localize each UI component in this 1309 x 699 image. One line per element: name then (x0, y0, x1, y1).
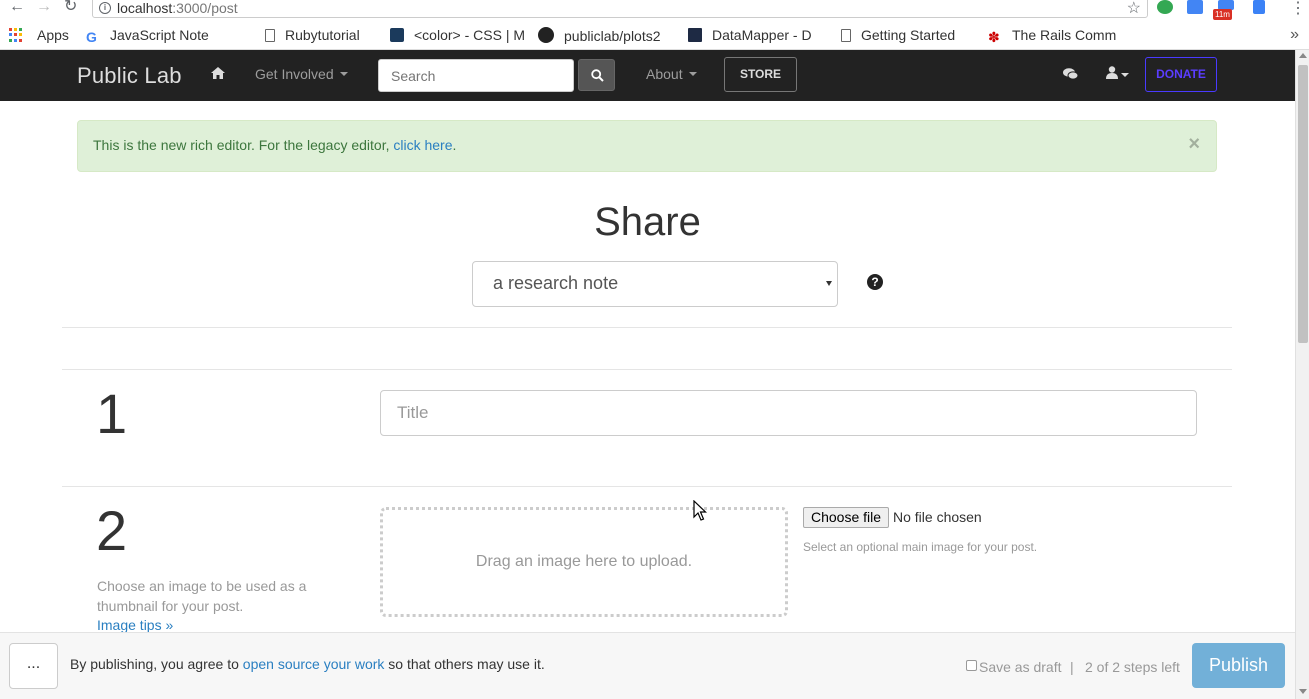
url-text: localhost:3000/post (117, 0, 238, 16)
divider (62, 369, 1232, 370)
document-icon (265, 29, 275, 42)
bookmarks-bar: Apps G JavaScript Note Rubytutorial <colo… (0, 20, 1309, 50)
search-button[interactable] (578, 59, 615, 91)
publish-bar: ... By publishing, you agree to open sou… (0, 632, 1295, 699)
file-status: No file chosen (893, 509, 982, 525)
separator: | (1070, 659, 1074, 675)
bookmark-getting-started[interactable]: Getting Started (841, 27, 973, 43)
scrollbar-thumb[interactable] (1298, 65, 1308, 343)
title-placeholder: Title (397, 403, 429, 422)
save-as-draft-label[interactable]: Save as draft (979, 659, 1062, 675)
choose-file-button[interactable]: Choose file (803, 507, 889, 528)
alert-text: This is the new rich editor. For the leg… (93, 137, 457, 153)
thumbnail-description: Choose an image to be used as a thumbnai… (97, 578, 307, 614)
chat-icon[interactable] (1063, 67, 1079, 83)
image-dropzone[interactable]: Drag an image here to upload. (380, 507, 788, 617)
scroll-up-icon[interactable] (1299, 53, 1307, 58)
google-icon: G (86, 29, 97, 43)
back-arrow-icon[interactable]: ← (9, 0, 25, 15)
bookmark-javascript-note[interactable]: G JavaScript Note (86, 27, 248, 43)
url-field[interactable]: i localhost:3000/post ☆ (92, 0, 1148, 18)
mouse-cursor-icon (693, 500, 707, 521)
caret-down-icon[interactable] (1121, 73, 1129, 77)
bookmarks-overflow-icon[interactable]: » (1290, 26, 1299, 44)
bookmark-datamapper[interactable]: DataMapper - D (688, 27, 822, 43)
page-title: Share (594, 200, 701, 244)
more-options-button[interactable]: ... (9, 643, 58, 689)
bookmark-publiclab-plots2[interactable]: publiclab/plots2 (538, 27, 675, 44)
about-dropdown[interactable]: About (646, 66, 697, 82)
pen-extension-icon[interactable] (1253, 0, 1265, 14)
rails-icon: ✽ (988, 29, 1000, 43)
bookmark-rubytutorial[interactable]: Rubytutorial (265, 27, 381, 43)
title-input[interactable]: Title (380, 390, 1197, 436)
open-source-link[interactable]: open source your work (243, 656, 385, 672)
store-button[interactable]: STORE (724, 57, 797, 92)
apps-grid-icon (9, 28, 23, 42)
mdn-icon (390, 28, 404, 42)
github-icon (538, 27, 554, 43)
bookmark-css-color[interactable]: <color> - CSS | M (390, 27, 524, 43)
question-circle-icon[interactable]: ? (867, 274, 883, 290)
search-icon (591, 69, 604, 82)
divider (62, 327, 1232, 328)
page-scrollbar[interactable] (1295, 50, 1309, 699)
publish-agreement: By publishing, you agree to open source … (70, 656, 545, 672)
donate-button[interactable]: DONATE (1145, 57, 1217, 92)
bookmark-rails-command[interactable]: ✽ The Rails Comm (988, 27, 1124, 43)
divider (62, 486, 1232, 487)
caret-down-icon (688, 72, 697, 76)
browser-address-bar: ← → ↻ i localhost:3000/post ☆ 11m ⋮ (0, 0, 1309, 20)
site-navbar: Public Lab Get Involved About STORE DONA… (0, 50, 1295, 101)
info-icon[interactable]: i (99, 2, 111, 14)
get-involved-dropdown[interactable]: Get Involved (255, 66, 348, 82)
close-icon[interactable]: × (1188, 133, 1200, 156)
steps-left-counter: 2 of 2 steps left (1085, 659, 1180, 675)
forward-arrow-icon[interactable]: → (36, 0, 52, 15)
chevron-down-icon (826, 281, 832, 286)
post-type-select[interactable]: a research note (472, 261, 838, 307)
translate-extension-icon[interactable] (1187, 0, 1203, 14)
search-input[interactable] (378, 59, 574, 92)
grammarly-extension-icon[interactable] (1157, 0, 1173, 14)
datamapper-icon (688, 28, 702, 42)
image-tips-link[interactable]: Image tips » (97, 617, 173, 633)
step-number-1: 1 (96, 382, 128, 445)
reload-icon[interactable]: ↻ (64, 0, 77, 15)
site-brand[interactable]: Public Lab (77, 63, 182, 89)
save-as-draft-checkbox[interactable] (966, 660, 977, 671)
legacy-editor-link[interactable]: click here (393, 137, 452, 153)
extension-badge: 11m (1213, 9, 1232, 20)
main-image-help: Select an optional main image for your p… (803, 540, 1038, 554)
post-type-value: a research note (493, 273, 619, 293)
document-icon (841, 29, 851, 42)
scroll-down-icon[interactable] (1299, 689, 1307, 694)
rich-editor-alert: This is the new rich editor. For the leg… (77, 120, 1217, 172)
user-icon[interactable] (1106, 66, 1118, 82)
caret-down-icon (339, 72, 348, 76)
home-icon[interactable] (211, 66, 225, 82)
browser-menu-icon[interactable]: ⋮ (1290, 0, 1306, 18)
dropzone-text: Drag an image here to upload. (475, 553, 693, 570)
bookmark-star-icon[interactable]: ☆ (1127, 0, 1141, 18)
publish-button[interactable]: Publish (1192, 643, 1285, 688)
bookmark-apps[interactable]: Apps (37, 27, 69, 43)
step-number-2: 2 (96, 499, 128, 562)
